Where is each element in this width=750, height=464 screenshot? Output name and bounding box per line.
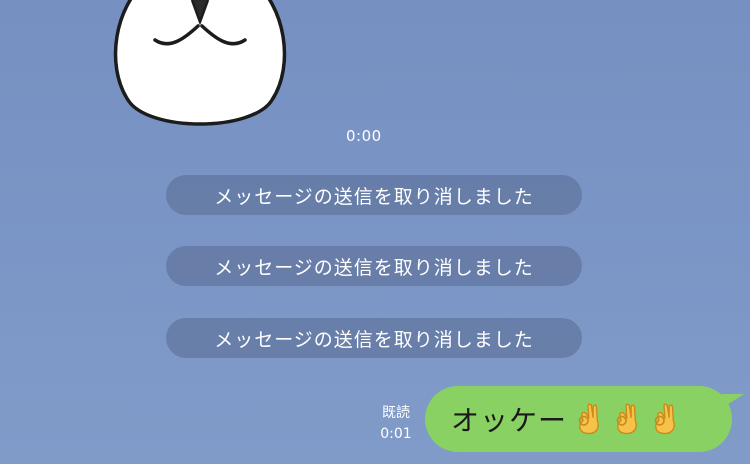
sticker-timestamp: 0:00 (346, 127, 382, 145)
message-text: オッケー (451, 404, 568, 437)
ok-hand-icon (578, 403, 599, 435)
bubble-tail (722, 394, 744, 408)
read-label: 既読 (382, 405, 410, 421)
ok-hand-icon (616, 403, 637, 435)
bow-character-sticker[interactable] (100, 0, 300, 140)
message-time: 0:01 (380, 426, 412, 442)
unsent-message-notice: メッセージの送信を取り消しました (166, 246, 582, 286)
outgoing-message-bubble[interactable]: オッケー (425, 386, 744, 452)
read-receipt: 既読 0:01 (374, 403, 418, 445)
unsent-message-notice: メッセージの送信を取り消しました (166, 175, 582, 215)
chat-area[interactable]: 0:00 メッセージの送信を取り消しました メッセージの送信を取り消しました メ… (0, 0, 750, 464)
unsent-message-notice: メッセージの送信を取り消しました (166, 318, 582, 358)
ok-hand-icon (654, 403, 675, 435)
